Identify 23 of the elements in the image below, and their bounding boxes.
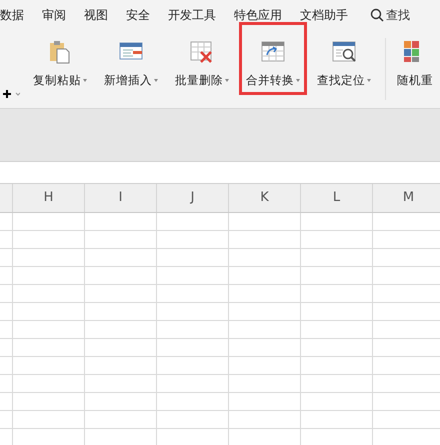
- menu-tab[interactable]: 视图: [84, 6, 108, 24]
- menu-tab[interactable]: 审阅: [42, 6, 66, 24]
- ribbon-button[interactable]: 复制粘贴: [26, 22, 94, 95]
- menu-tab[interactable]: 特色应用: [234, 6, 282, 24]
- menu-tab[interactable]: 文档助手: [300, 6, 348, 24]
- search-icon: [370, 8, 384, 22]
- column-header[interactable]: H: [13, 184, 85, 212]
- ribbon-button[interactable]: 随机重: [392, 22, 440, 95]
- table-delete-icon: [189, 39, 215, 65]
- ribbon-button[interactable]: 批量删除: [168, 22, 236, 95]
- menu-tab[interactable]: 安全: [126, 6, 150, 24]
- ribbon-button[interactable]: 合并转换: [239, 22, 307, 95]
- ribbon-button[interactable]: 查找定位: [310, 22, 378, 95]
- ribbon-button[interactable]: 新增插入: [97, 22, 165, 95]
- column-header[interactable]: J: [157, 184, 229, 212]
- menu-tab[interactable]: 数据: [0, 6, 24, 24]
- column-header[interactable]: L: [301, 184, 373, 212]
- add-icon[interactable]: [2, 90, 20, 98]
- column-header[interactable]: M: [373, 184, 440, 212]
- search-button[interactable]: 查找: [370, 6, 410, 24]
- column-header[interactable]: I: [85, 184, 157, 212]
- column-header[interactable]: K: [229, 184, 301, 212]
- menu-tab[interactable]: 开发工具: [168, 6, 216, 24]
